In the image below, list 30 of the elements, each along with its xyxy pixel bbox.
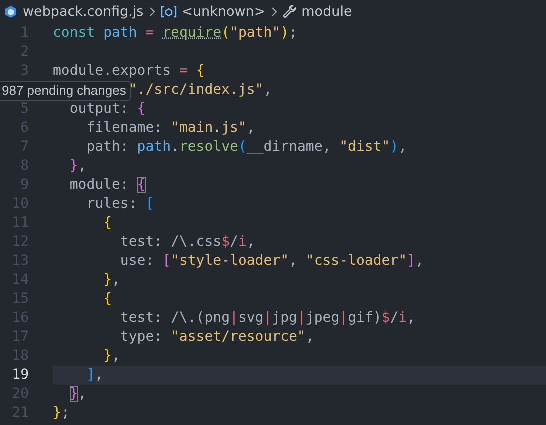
code-line: },: [70, 158, 87, 174]
code-line: };: [53, 405, 70, 421]
wrench-icon: [282, 5, 297, 19]
chevron-icon: [270, 7, 278, 17]
breadcrumb-item[interactable]: webpack.config.js: [23, 4, 144, 20]
chevron-icon: [148, 7, 156, 17]
code-line: },: [104, 348, 120, 364]
code-line: module.exports = {: [53, 63, 205, 79]
code-line: ],: [86, 367, 104, 383]
code-line: output: {: [70, 101, 146, 117]
breadcrumb-item[interactable]: <unknown>: [182, 4, 266, 20]
code-line: {: [104, 215, 112, 231]
code-line: },: [70, 386, 87, 402]
code-line: path: path.resolve(__dirname, "dist"),: [86, 139, 408, 155]
code-line: type: "asset/resource",: [120, 329, 314, 345]
hover-tooltip: 987 pending changes: [0, 81, 132, 101]
breadcrumb-item[interactable]: module: [302, 4, 352, 20]
code-line: test: /\.css$/i,: [120, 234, 256, 250]
code-line: },: [104, 272, 120, 288]
code-line: module: {: [70, 177, 146, 193]
code-line: filename: "main.js",: [86, 120, 256, 136]
code-line: const path = require("path");: [53, 25, 298, 41]
code-line: use: ["style-loader", "css-loader"],: [120, 253, 424, 269]
line-number: 19: [11, 366, 29, 385]
variable-icon: [160, 6, 177, 18]
code-line: {: [104, 291, 112, 307]
cube-icon: [4, 5, 18, 19]
code-line: test: /\.(png|svg|jpg|jpeg|gif)$/i,: [120, 310, 416, 326]
code-line: "./src/index.js",: [128, 82, 272, 98]
code-line: rules: [: [86, 196, 154, 212]
